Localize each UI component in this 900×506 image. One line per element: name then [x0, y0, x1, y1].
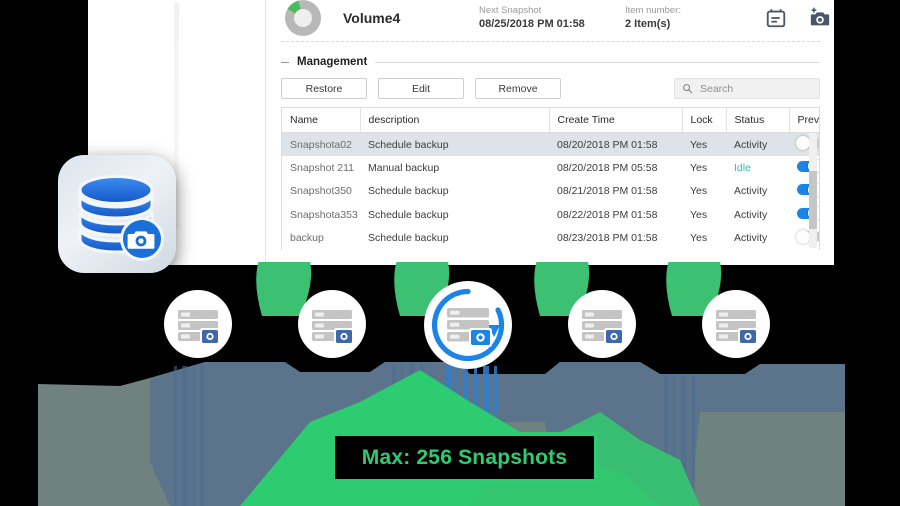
- row-lock: Yes: [690, 208, 708, 221]
- next-snapshot-block: Next Snapshot 08/25/2018 PM 01:58: [479, 4, 619, 32]
- table-row[interactable]: Snapshot 211 Manual backup 08/20/2018 PM 0…: [282, 156, 819, 180]
- next-snapshot-value: 08/25/2018 PM 01:58: [479, 17, 585, 30]
- snapshot-node-4[interactable]: [568, 290, 636, 358]
- volume-name: Volume4: [343, 9, 401, 26]
- snapshot-node-4-glyph: [568, 290, 636, 358]
- table-scrollbar[interactable]: [809, 133, 817, 248]
- table-body: Snapshota02 Schedule backup 08/20/2018 PM …: [282, 132, 819, 251]
- table-row[interactable]: Snapshota353 Schedule backup 08/22/2018 PM…: [282, 203, 819, 227]
- legend-collapse-dash[interactable]: [281, 61, 289, 63]
- volume-actions: [765, 7, 853, 29]
- volume-summary-row: Volume4 Next Snapshot 08/25/2018 PM 01:5…: [281, 0, 830, 42]
- row-status: Activity: [734, 208, 768, 221]
- snapshot-node-1[interactable]: [164, 290, 232, 358]
- snapshot-node-1-glyph: [164, 290, 232, 358]
- row-status: Activity: [734, 232, 768, 245]
- row-description: Schedule backup: [368, 185, 449, 198]
- management-legend: Management: [281, 56, 820, 68]
- search-icon: [683, 84, 693, 94]
- screenshot-root: Volume4 Next Snapshot 08/25/2018 PM 01:5…: [0, 0, 900, 506]
- table-row[interactable]: backup Schedule backup 08/23/2018 PM 01:58…: [282, 227, 819, 251]
- snapshot-node-3-restore-glyph: [424, 281, 512, 369]
- search-input[interactable]: Search: [674, 78, 820, 99]
- calendar-icon[interactable]: [765, 7, 787, 29]
- database-snapshot-icon: [58, 155, 176, 273]
- preview-toggle-knob: [796, 229, 810, 244]
- row-description: Manual backup: [368, 161, 440, 174]
- column-header-create-time[interactable]: Create Time: [549, 108, 683, 133]
- snapshot-node-5[interactable]: [702, 290, 770, 358]
- item-number-block: Item number: 2 Item(s): [625, 4, 765, 32]
- row-status: Activity: [734, 185, 768, 198]
- camera-plus-icon[interactable]: [809, 7, 831, 29]
- row-description: Schedule backup: [368, 232, 449, 245]
- max-snapshots-banner: Max: 256 Snapshots: [331, 432, 598, 483]
- table-header-row: Name description Create Time Lock Status…: [282, 108, 819, 133]
- row-name: backup: [290, 232, 324, 245]
- row-status: Activity: [726, 132, 789, 156]
- restore-button[interactable]: Restore: [281, 78, 367, 99]
- management-section: Management Restore Edit Remove Search Na…: [281, 56, 820, 250]
- search-placeholder: Search: [700, 82, 734, 95]
- row-name: Snapshota02: [282, 132, 360, 156]
- table-row[interactable]: Snapshota02 Schedule backup 08/20/2018 PM …: [282, 132, 819, 156]
- remove-button[interactable]: Remove: [475, 78, 561, 99]
- panel-content: Volume4 Next Snapshot 08/25/2018 PM 01:5…: [267, 0, 834, 265]
- app-window: Volume4 Next Snapshot 08/25/2018 PM 01:5…: [88, 0, 834, 265]
- edit-button[interactable]: Edit: [378, 78, 464, 99]
- legend-rule: [375, 61, 820, 63]
- item-number-value: 2 Item(s): [625, 17, 671, 30]
- column-header-preview[interactable]: Preview: [789, 108, 819, 133]
- management-toolbar: Restore Edit Remove Search: [281, 78, 820, 99]
- column-header-name[interactable]: Name: [282, 108, 361, 133]
- snapshot-table: Name description Create Time Lock Status…: [281, 107, 820, 250]
- table-scrollbar-thumb[interactable]: [809, 171, 817, 229]
- management-legend-label: Management: [297, 56, 368, 68]
- row-create-time: 08/22/2018 PM 01:58: [557, 208, 658, 221]
- table-row[interactable]: Snapshot350 Schedule backup 08/21/2018 PM …: [282, 180, 819, 204]
- snapshot-node-3[interactable]: [424, 281, 512, 369]
- row-description: Schedule backup: [368, 208, 449, 221]
- row-create-time: 08/20/2018 PM 05:58: [557, 161, 658, 174]
- preview-toggle-knob: [796, 136, 810, 150]
- column-header-description[interactable]: description: [360, 108, 550, 133]
- row-lock: Yes: [690, 161, 708, 174]
- row-lock: Yes: [682, 132, 726, 156]
- column-header-status[interactable]: Status: [726, 108, 790, 133]
- row-lock: Yes: [690, 185, 708, 198]
- next-snapshot-label: Next Snapshot: [479, 4, 542, 16]
- volume-usage-donut-chart: [285, 0, 321, 36]
- row-description: Schedule backup: [360, 132, 549, 156]
- row-create-time: 08/23/2018 PM 01:58: [557, 232, 658, 245]
- row-name: Snapshota353: [290, 208, 358, 221]
- row-name: Snapshot350: [290, 185, 352, 198]
- row-name: Snapshot 211: [290, 161, 355, 174]
- row-create-time: 08/21/2018 PM 01:58: [557, 185, 658, 198]
- item-number-label: Item number:: [625, 4, 681, 16]
- snapshot-node-5-glyph: [702, 290, 770, 358]
- row-lock: Yes: [690, 232, 708, 245]
- row-status: Idle: [734, 161, 751, 174]
- row-create-time: 08/20/2018 PM 01:58: [549, 132, 682, 156]
- column-header-lock[interactable]: Lock: [682, 108, 727, 133]
- snapshot-node-2[interactable]: [298, 290, 366, 358]
- max-snapshots-text: Max: 256 Snapshots: [361, 445, 568, 469]
- database-snapshot-glyph: [78, 175, 164, 261]
- snapshot-node-2-glyph: [298, 290, 366, 358]
